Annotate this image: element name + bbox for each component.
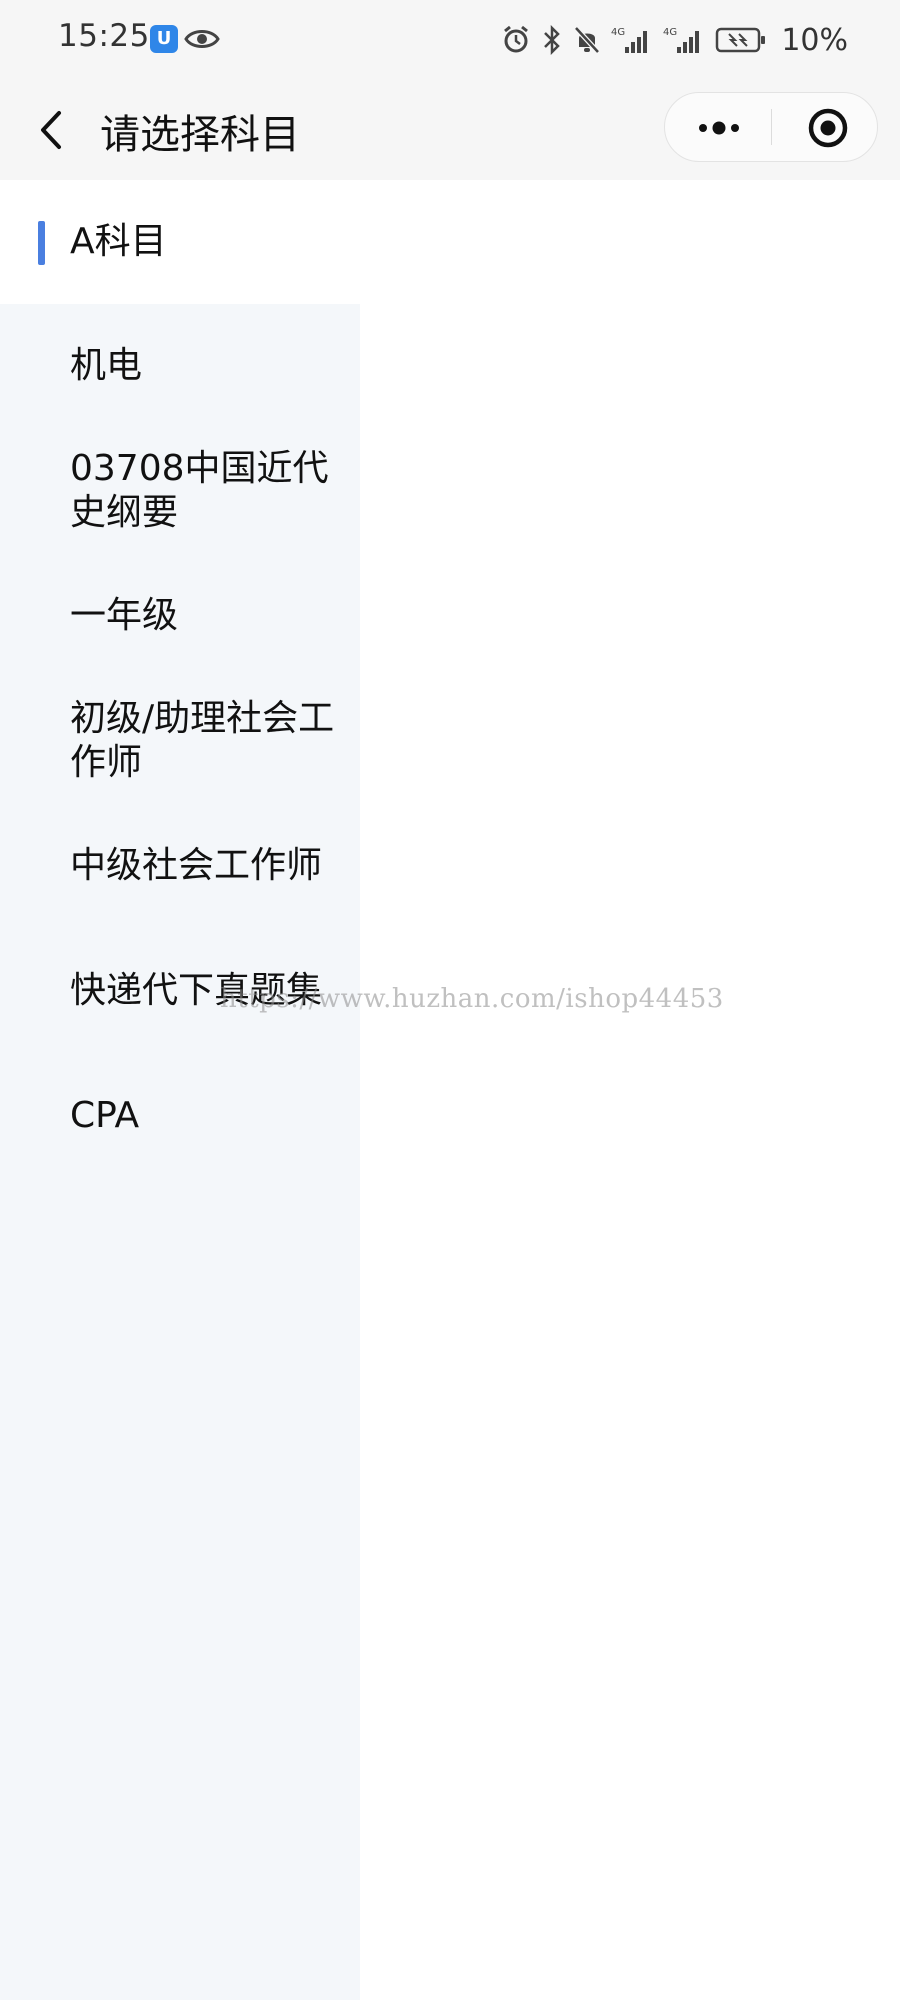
bluetooth-icon [544, 25, 561, 55]
sidebar-item-grade-one[interactable]: 一年级 [0, 554, 360, 678]
subject-content-pane [360, 180, 900, 2000]
nav-bar: 请选择科目 [0, 80, 900, 180]
more-dots-icon[interactable] [690, 113, 748, 143]
sidebar-item-label: CPA [70, 1095, 140, 1136]
battery-percent: 10% [781, 22, 848, 58]
sidebar-item-03708[interactable]: 03708中国近代史纲要 [0, 428, 360, 554]
sidebar-item-junior-social-worker[interactable]: 初级/助理社会工作师 [0, 678, 360, 804]
network-label-1: 4G [611, 27, 625, 38]
status-time: 15:25 [58, 18, 150, 54]
back-arrow-icon[interactable] [32, 104, 72, 156]
battery-charging-icon [716, 27, 766, 53]
alarm-icon [504, 25, 529, 53]
sidebar-item-label: 初级/助理社会工作师 [70, 698, 335, 783]
app-notification-icon: U [150, 25, 178, 53]
sidebar-item-label: 03708中国近代史纲要 [70, 448, 329, 533]
page-title: 请选择科目 [100, 112, 300, 158]
signal-4g-icon-2: 4G [663, 27, 700, 53]
sidebar-item-label: 中级社会工作师 [70, 845, 323, 886]
mute-bell-icon [574, 26, 601, 54]
sidebar-item-cpa[interactable]: CPA [0, 1054, 360, 1178]
status-icons: 4G 4G 10% [501, 20, 848, 60]
sidebar-item-jidian[interactable]: 机电 [0, 304, 360, 428]
sidebar-item-label: A科目 [70, 221, 167, 262]
subject-sidebar: A科目 机电 03708中国近代史纲要 一年级 初级/助理社会工作师 中级社会工… [0, 180, 360, 2000]
sidebar-item-label: 机电 [70, 345, 143, 386]
sidebar-item-intermediate-social-worker[interactable]: 中级社会工作师 [0, 804, 360, 928]
capsule-divider [771, 109, 772, 145]
sidebar-item-label: 一年级 [70, 595, 179, 636]
network-label-2: 4G [663, 27, 677, 38]
watermark-text: https://www.huzhan.com/ishop44453 [220, 984, 724, 1014]
active-indicator [38, 221, 45, 265]
miniapp-capsule [664, 92, 878, 162]
signal-4g-icon-1: 4G [611, 27, 648, 53]
close-miniapp-icon[interactable] [807, 107, 849, 149]
sidebar-item-a-subject[interactable]: A科目 [0, 180, 360, 304]
status-bar: 15:25 U 4G 4G 10% [0, 0, 900, 80]
eye-icon [184, 30, 220, 48]
